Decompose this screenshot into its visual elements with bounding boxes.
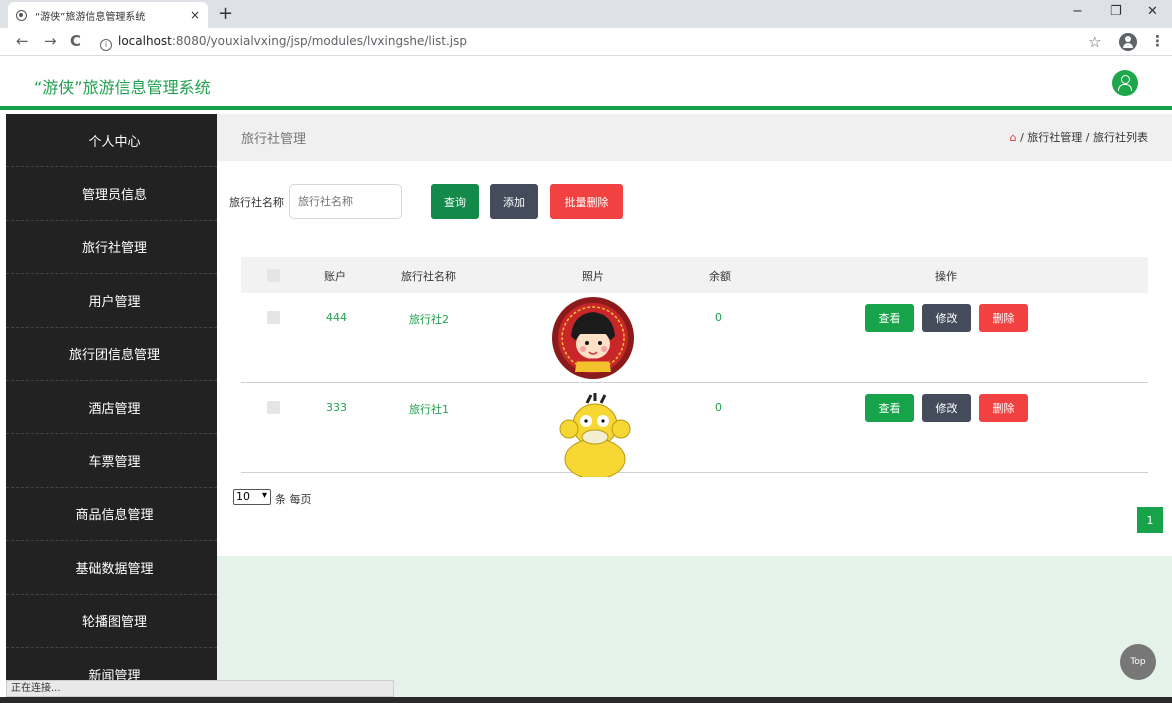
sidebar-item-label: 个人中心 (88, 134, 141, 150)
back-to-top-button[interactable]: Top (1120, 644, 1156, 680)
page-size-select[interactable]: 10 (233, 489, 271, 505)
forward-icon[interactable]: → (44, 32, 57, 50)
breadcrumb-level2: 旅行社列表 (1093, 131, 1148, 144)
sidebar-item-label: 管理员信息 (81, 188, 147, 204)
sidebar-item-label: 旅行社管理 (81, 241, 147, 257)
balance-cell: 0 (715, 401, 722, 414)
breadcrumb-bar: 旅行社管理 ⌂ / 旅行社管理 / 旅行社列表 (217, 114, 1172, 161)
main-area: 旅行社管理 ⌂ / 旅行社管理 / 旅行社列表 旅行社名称 查询 添加 批量删除… (217, 114, 1172, 703)
user-avatar-icon[interactable] (1112, 70, 1138, 96)
sidebar-item-carousel[interactable]: 轮播图管理 (6, 595, 217, 648)
sidebar-item-users[interactable]: 用户管理 (6, 274, 217, 328)
edit-button[interactable]: 修改 (922, 394, 971, 422)
agency-name-cell: 旅行社1 (409, 403, 449, 416)
header-account: 账户 (324, 270, 346, 283)
table-row: 333 旅行社1 0 查看 修改 删除 (241, 383, 1148, 477)
restore-icon[interactable]: ❐ (1110, 4, 1122, 19)
breadcrumb-separator: / (1085, 131, 1090, 144)
back-icon[interactable]: ← (16, 32, 29, 50)
reload-icon[interactable]: C (70, 32, 81, 50)
sidebar-item-label: 轮播图管理 (81, 615, 147, 631)
status-bar: 正在连接... (6, 680, 394, 697)
row-checkbox[interactable] (267, 311, 280, 324)
sidebar-item-label: 酒店管理 (88, 401, 141, 417)
tab-close-icon[interactable]: × (190, 8, 200, 22)
agency-photo (559, 393, 631, 477)
taskbar (0, 697, 1172, 703)
new-tab-icon[interactable]: + (218, 3, 233, 24)
bookmark-star-icon[interactable]: ☆ (1088, 33, 1101, 51)
sidebar-item-label: 旅行团信息管理 (68, 348, 160, 364)
sidebar-item-label: 用户管理 (88, 294, 141, 310)
page-size-value: 10 (236, 490, 250, 503)
close-window-icon[interactable]: ✕ (1147, 4, 1158, 19)
breadcrumb-level1[interactable]: 旅行社管理 (1027, 131, 1082, 144)
view-button[interactable]: 查看 (865, 304, 914, 332)
content-panel: 旅行社名称 查询 添加 批量删除 账户 旅行社名称 照片 余额 操作 444 旅… (217, 161, 1172, 556)
sidebar-item-label: 基础数据管理 (75, 561, 154, 577)
table-header: 账户 旅行社名称 照片 余额 操作 (241, 257, 1148, 293)
breadcrumb: ⌂ / 旅行社管理 / 旅行社列表 (1010, 129, 1148, 145)
app-header: “游侠”旅游信息管理系统 (0, 57, 1172, 110)
view-button[interactable]: 查看 (865, 394, 914, 422)
agency-table: 账户 旅行社名称 照片 余额 操作 444 旅行社2 0 查看 修改 删除 33… (241, 257, 1148, 477)
profile-icon[interactable] (1119, 33, 1137, 51)
select-all-checkbox[interactable] (267, 269, 280, 282)
url-field[interactable]: i localhost:8080/youxialvxing/jsp/modules… (100, 34, 467, 51)
sidebar-item-admin-info[interactable]: 管理员信息 (6, 167, 217, 221)
sidebar-item-base-data[interactable]: 基础数据管理 (6, 541, 217, 595)
sidebar-item-agency[interactable]: 旅行社管理 (6, 221, 217, 275)
sidebar-item-label: 车票管理 (88, 455, 141, 471)
sidebar-item-tickets[interactable]: 车票管理 (6, 434, 217, 488)
search-label: 旅行社名称 (229, 196, 284, 209)
page-number-button[interactable]: 1 (1137, 507, 1163, 533)
row-checkbox[interactable] (267, 401, 280, 414)
header-balance: 余额 (709, 270, 731, 283)
batch-delete-button[interactable]: 批量删除 (550, 184, 623, 219)
sidebar-item-label: 商品信息管理 (75, 508, 154, 524)
account-cell: 444 (326, 311, 347, 324)
page-title: 旅行社管理 (241, 132, 307, 147)
sidebar-item-personal-center[interactable]: 个人中心 (6, 114, 217, 168)
per-page-label: 条 每页 (275, 493, 312, 506)
balance-cell: 0 (715, 311, 722, 324)
table-row: 444 旅行社2 0 查看 修改 删除 (241, 293, 1148, 383)
address-bar: ← → C i localhost:8080/youxialvxing/jsp/m… (0, 28, 1172, 56)
sidebar-item-tour-group[interactable]: 旅行团信息管理 (6, 328, 217, 381)
sidebar-item-hotel[interactable]: 酒店管理 (6, 381, 217, 435)
query-button[interactable]: 查询 (431, 184, 479, 219)
tab-title: “游侠”旅游信息管理系统 (35, 11, 146, 23)
browser-tab-bar: “游侠”旅游信息管理系统 × + − ❐ ✕ (0, 0, 1172, 28)
browser-menu-icon[interactable]: ⋮ (1150, 32, 1165, 50)
browser-tab[interactable]: “游侠”旅游信息管理系统 × (8, 2, 208, 28)
sidebar: 个人中心 管理员信息 旅行社管理 用户管理 旅行团信息管理 酒店管理 车票管理 … (6, 114, 217, 703)
breadcrumb-separator: / (1020, 131, 1024, 144)
app-title: “游侠”旅游信息管理系统 (34, 78, 211, 97)
url-path: :8080/youxialvxing/jsp/modules/lvxingshe… (171, 34, 468, 48)
header-agency-name: 旅行社名称 (401, 270, 456, 283)
account-cell: 333 (326, 401, 347, 414)
agency-name-search-input[interactable] (289, 184, 402, 219)
delete-button[interactable]: 删除 (979, 304, 1028, 332)
minimize-icon[interactable]: − (1072, 4, 1083, 19)
delete-button[interactable]: 删除 (979, 394, 1028, 422)
edit-button[interactable]: 修改 (922, 304, 971, 332)
header-photo: 照片 (582, 270, 604, 283)
header-actions: 操作 (935, 270, 957, 283)
url-host: localhost (118, 34, 172, 48)
site-favicon-icon (16, 9, 27, 21)
add-button[interactable]: 添加 (490, 184, 538, 219)
home-icon[interactable]: ⌂ (1010, 131, 1017, 144)
sidebar-item-goods[interactable]: 商品信息管理 (6, 488, 217, 542)
agency-name-cell: 旅行社2 (409, 313, 449, 326)
agency-photo (552, 297, 634, 379)
site-info-icon[interactable]: i (100, 39, 112, 51)
